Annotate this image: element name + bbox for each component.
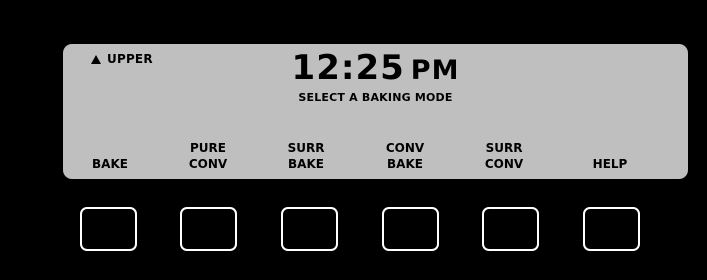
softkey-row [0,0,707,280]
pure-conv-softkey-button[interactable] [180,207,237,251]
help-softkey-button[interactable] [583,207,640,251]
surr-bake-softkey-button[interactable] [281,207,338,251]
surr-conv-softkey-button[interactable] [482,207,539,251]
oven-control-panel: UPPER 12:25 PM SELECT A BAKING MODE BAKE … [0,0,707,280]
bake-softkey-button[interactable] [80,207,137,251]
conv-bake-softkey-button[interactable] [382,207,439,251]
